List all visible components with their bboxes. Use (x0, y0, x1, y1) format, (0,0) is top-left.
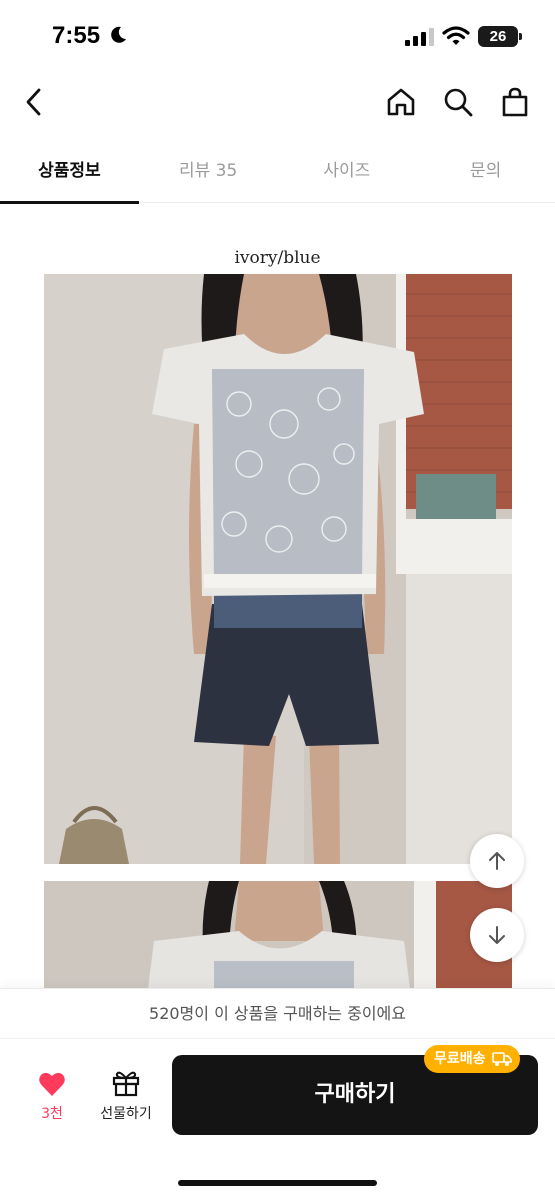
scroll-down-button[interactable] (470, 908, 524, 962)
arrow-up-icon (489, 852, 505, 870)
back-button[interactable] (16, 84, 52, 120)
arrow-down-icon (489, 926, 505, 944)
purchase-activity-notice: 520명이 이 상품을 구매하는 중이에요 (0, 988, 555, 1038)
nav-bar (0, 70, 555, 134)
truck-icon (491, 1052, 512, 1066)
free-shipping-badge: 무료배송 (424, 1045, 520, 1073)
status-time: 7:55 (52, 22, 101, 49)
home-icon (387, 88, 415, 116)
status-bar: 7:55 26 (0, 0, 555, 70)
tab-bar: 상품정보 리뷰 35 사이즈 문의 (0, 140, 555, 204)
wifi-icon (442, 26, 470, 45)
heart-icon (39, 1072, 65, 1096)
scroll-up-button[interactable] (470, 834, 524, 888)
tab-reviews[interactable]: 리뷰 35 (139, 140, 278, 203)
free-shipping-label: 무료배송 (434, 1051, 486, 1067)
gift-icon (112, 1071, 140, 1097)
product-photo (44, 274, 512, 864)
shopping-bag-icon (502, 87, 528, 117)
tab-inquiry[interactable]: 문의 (416, 140, 555, 203)
gift-label: 선물하기 (100, 1106, 152, 1122)
product-color-caption: ivory/blue (234, 248, 321, 268)
like-count: 3천 (41, 1106, 63, 1122)
product-photo-second (44, 881, 512, 988)
home-button[interactable] (383, 84, 419, 120)
gift-button[interactable]: 선물하기 (92, 1069, 160, 1123)
back-icon (26, 88, 41, 116)
battery-indicator: 26 (478, 26, 522, 47)
home-indicator (178, 1180, 377, 1186)
tab-product-info[interactable]: 상품정보 (0, 140, 139, 204)
tab-size[interactable]: 사이즈 (278, 140, 417, 203)
search-button[interactable] (440, 84, 476, 120)
moon-icon (111, 26, 126, 43)
search-icon (444, 88, 473, 117)
cellular-signal-icon (405, 28, 434, 46)
cart-button[interactable] (497, 84, 533, 120)
like-button[interactable]: 3천 (30, 1071, 74, 1123)
product-detail-content[interactable]: ivory/blue (0, 204, 555, 988)
